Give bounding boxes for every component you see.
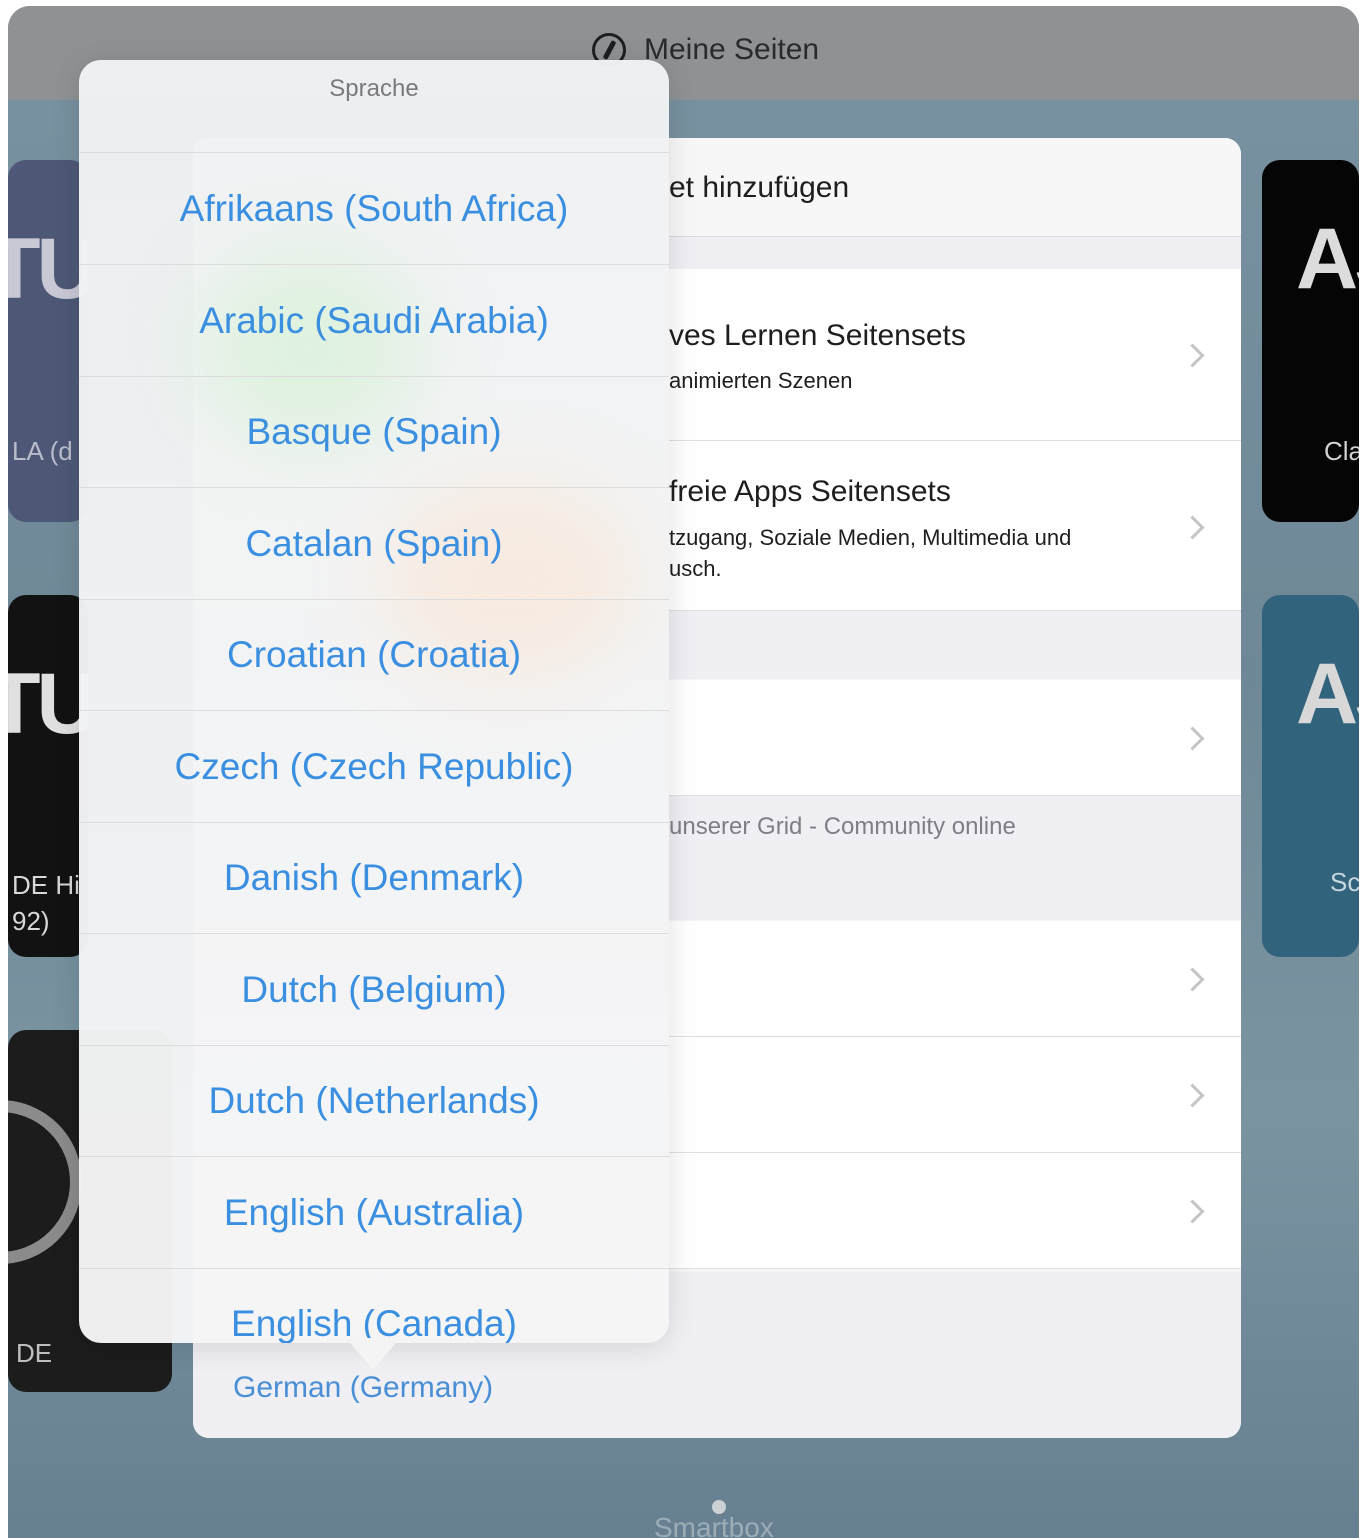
language-option[interactable]: Catalan (Spain): [79, 488, 669, 600]
tile-ring-graphic: [8, 1100, 82, 1264]
pageset-tile[interactable]: TU LA (d: [8, 160, 88, 522]
language-option[interactable]: English (Australia): [79, 1157, 669, 1269]
language-option[interactable]: Czech (Czech Republic): [79, 711, 669, 823]
row-subtitle: tzugang, Soziale Medien, Multimedia und …: [669, 525, 1072, 581]
language-selector-button[interactable]: German (Germany): [233, 1371, 493, 1405]
language-option[interactable]: Arabic (Saudi Arabia): [79, 265, 669, 377]
tile-caption: Sc: [1330, 867, 1359, 897]
tile-logo-text: TU: [8, 656, 88, 752]
language-option[interactable]: Croatian (Croatia): [79, 599, 669, 711]
chevron-right-icon: [1180, 343, 1205, 368]
tile-caption: DE Hi 92): [12, 870, 80, 936]
row-subtitle: animierten Szenen: [669, 368, 853, 393]
language-option[interactable]: Dutch (Netherlands): [79, 1045, 669, 1157]
tile-logo-text: AS: [1296, 211, 1359, 307]
popover-header: Sprache: [79, 60, 669, 153]
sheet-title: et hinzufügen: [669, 171, 850, 204]
language-option[interactable]: English (Canada): [79, 1268, 669, 1344]
pageset-tile[interactable]: AS Sc: [1262, 595, 1359, 957]
language-option[interactable]: Dutch (Belgium): [79, 934, 669, 1046]
tile-caption: Cla: [1324, 436, 1359, 466]
language-option[interactable]: Danish (Denmark): [79, 822, 669, 934]
pageset-tile[interactable]: TU DE Hi 92): [8, 595, 88, 957]
tile-logo-text: TU: [8, 221, 88, 317]
tile-caption: DE: [16, 1338, 53, 1368]
popover-arrow: [346, 1338, 400, 1370]
tile-logo-text: AS: [1296, 646, 1359, 742]
row-title: ves Lernen Seitensets: [669, 319, 966, 352]
chevron-right-icon: [1180, 1083, 1205, 1108]
chevron-right-icon: [1180, 967, 1205, 992]
chevron-right-icon: [1180, 1199, 1205, 1224]
pageset-tile[interactable]: AS Cla: [1262, 160, 1359, 522]
chevron-right-icon: [1180, 726, 1205, 751]
page-title: Meine Seiten: [644, 33, 820, 66]
popover-title: Sprache: [329, 75, 419, 102]
language-option[interactable]: Basque (Spain): [79, 376, 669, 488]
language-popover: Sprache Afrikaans (South Africa) Arabic …: [79, 60, 669, 1343]
app-watermark: Smartbox: [654, 1512, 774, 1538]
tile-caption: LA (d: [12, 436, 73, 466]
community-note: unserer Grid - Community online: [669, 813, 1016, 840]
language-option[interactable]: Afrikaans (South Africa): [79, 153, 669, 265]
chevron-right-icon: [1180, 515, 1205, 540]
row-title: freie Apps Seitensets: [669, 475, 951, 508]
